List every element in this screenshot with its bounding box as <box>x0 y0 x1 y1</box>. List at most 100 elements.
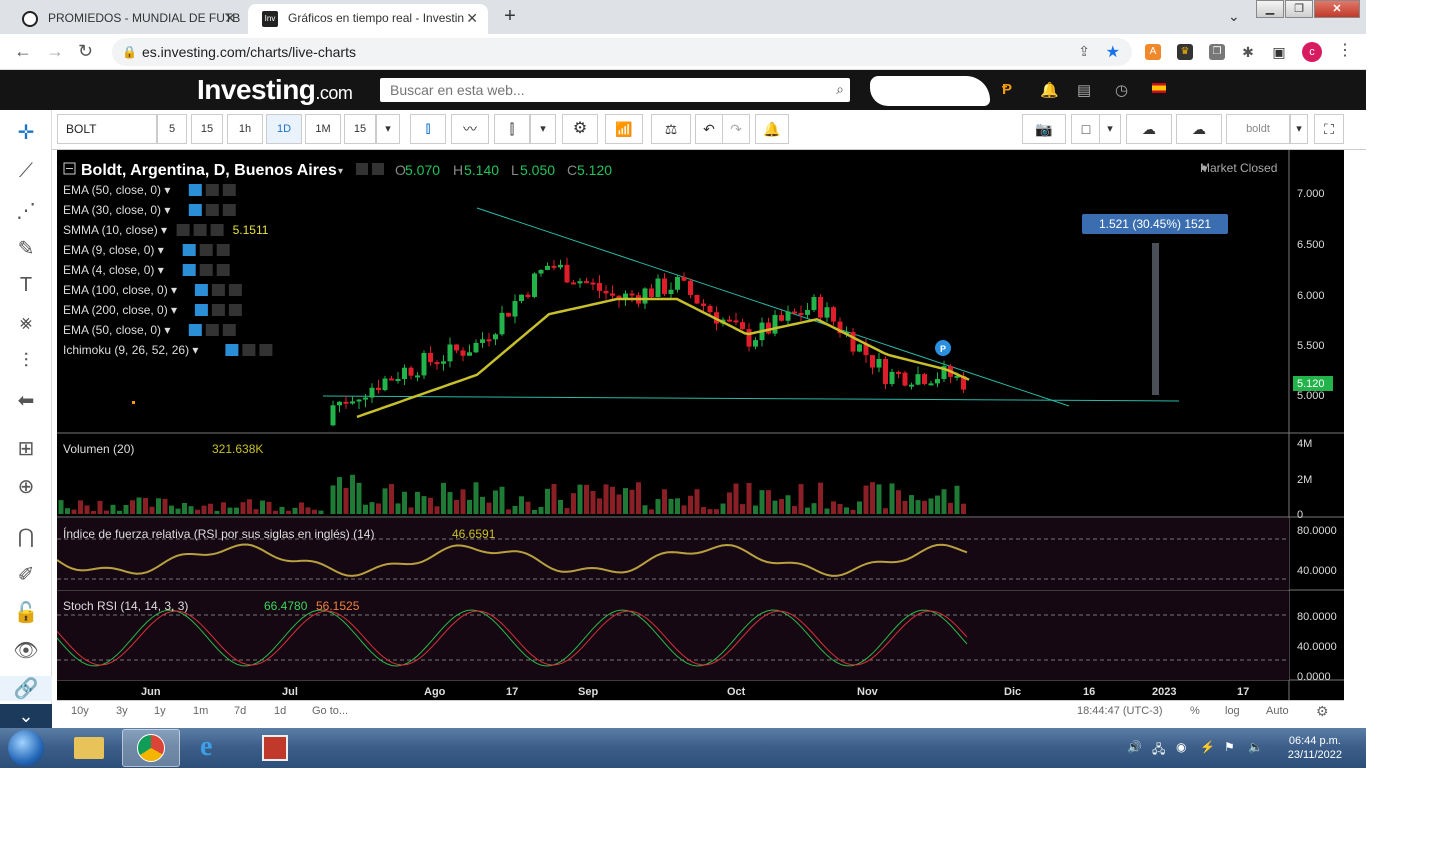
indicator-control-icon[interactable] <box>188 204 202 216</box>
zoom-icon[interactable]: ⊕ <box>0 474 52 499</box>
indicator-control-icon[interactable] <box>176 224 190 236</box>
site-logo[interactable]: Investing.com <box>197 74 353 106</box>
indicator-control-icon[interactable] <box>193 224 207 236</box>
start-button[interactable] <box>8 730 44 766</box>
reload-icon[interactable]: ↻ <box>78 42 93 60</box>
new-tab-button[interactable]: + <box>498 6 522 28</box>
forward-arrow-icon[interactable]: → <box>46 42 64 60</box>
indicator-control-icon[interactable] <box>222 204 236 216</box>
bars-icon[interactable]: ⫿ <box>494 114 530 144</box>
maximize-button[interactable]: ❐ <box>1285 0 1313 18</box>
explorer-icon[interactable] <box>60 729 118 767</box>
chart-area[interactable]: 1.521 (30.45%) 1521 P 7.000 6.500 6.000 … <box>56 150 1344 700</box>
indicator-label[interactable]: EMA (9, close, 0) ▾ <box>63 243 164 257</box>
bell-icon[interactable]: 🔔 <box>1040 81 1059 99</box>
indicator-control-icon[interactable] <box>188 324 202 336</box>
interval-1m[interactable]: 1M <box>305 114 341 144</box>
unlock-icon[interactable]: 🔓 <box>0 600 52 625</box>
speaker-icon[interactable]: 🔈 <box>1248 740 1263 754</box>
indicator-control-icon[interactable] <box>188 184 202 196</box>
pro-badge-icon[interactable]: Ᵽ <box>1002 81 1012 98</box>
search-icon[interactable]: ⌕ <box>836 81 844 98</box>
indicator-control-icon[interactable] <box>205 204 219 216</box>
chart-title[interactable]: Boldt, Argentina, D, Buenos Aires <box>81 162 337 179</box>
range-1m[interactable]: 1m <box>193 705 208 717</box>
text-icon[interactable]: T <box>0 274 52 297</box>
chart-type-dropdown-icon[interactable]: ▾ <box>530 114 556 144</box>
alert-icon[interactable]: 🔔 <box>755 114 789 144</box>
tab-investing[interactable]: Inv Gráficos en tiempo real - Investin ✕ <box>248 4 488 34</box>
indicator-label[interactable]: EMA (100, close, 0) ▾ <box>63 283 177 297</box>
indicator-control-icon[interactable] <box>228 284 242 296</box>
indicator-control-icon[interactable] <box>182 264 196 276</box>
spain-flag-icon[interactable] <box>1152 83 1166 93</box>
log-toggle[interactable]: log <box>1225 705 1240 717</box>
avast-icon[interactable]: ◉ <box>1176 740 1186 754</box>
indicator-label[interactable]: EMA (50, close, 0) ▾ <box>63 323 170 337</box>
cloud-download-icon[interactable]: ☁ <box>1126 114 1172 144</box>
omnibox[interactable]: 🔒 es.investing.com/charts/live-charts ⇪ … <box>112 38 1132 66</box>
link-icon[interactable]: 🔗 <box>0 676 52 701</box>
magnet-icon[interactable]: ⋂ <box>0 524 52 549</box>
gear-icon[interactable]: ⚙ <box>1316 703 1329 720</box>
extension-copy-icon[interactable]: ❐ <box>1209 44 1225 60</box>
indicators-icon[interactable]: 📶 <box>605 114 643 144</box>
compare-icon[interactable]: ⚖ <box>651 114 691 144</box>
back-arrow-icon[interactable]: ⬅ <box>0 388 52 413</box>
back-arrow-icon[interactable]: ← <box>14 42 32 60</box>
indicator-control-icon[interactable] <box>199 264 213 276</box>
range-7d[interactable]: 7d <box>234 705 246 717</box>
redo-icon[interactable]: ↷ <box>722 114 750 144</box>
indicator-label[interactable]: EMA (4, close, 0) ▾ <box>63 263 164 277</box>
cloud-upload-icon[interactable]: ☁ <box>1176 114 1222 144</box>
minimize-button[interactable]: ▁ <box>1256 0 1284 18</box>
indicator-control-icon[interactable] <box>242 344 256 356</box>
prediction-icon[interactable]: ⫶ <box>0 350 52 373</box>
candles-icon[interactable]: ⫾ <box>410 114 446 144</box>
user-layout-button[interactable]: boldt <box>1226 114 1290 144</box>
volume-label[interactable]: Volumen (20) <box>63 442 134 456</box>
camera-icon[interactable]: 📷 <box>1022 114 1066 144</box>
rsi-label[interactable]: Índice de fuerza relativa (RSI por sus s… <box>63 526 374 541</box>
indicator-label[interactable]: EMA (200, close, 0) ▾ <box>63 303 177 317</box>
fullscreen-icon[interactable]: ⛶ <box>1314 114 1344 144</box>
chevron-down-icon[interactable]: ⌄ <box>1228 8 1240 25</box>
interval-15[interactable]: 15 <box>191 114 223 144</box>
app-red-icon[interactable] <box>246 729 304 767</box>
close-icon[interactable]: ✕ <box>466 4 478 32</box>
pattern-icon[interactable]: ⨳ <box>0 312 52 335</box>
close-icon[interactable]: ✕ <box>224 4 236 32</box>
indicator-label[interactable]: Ichimoku (9, 26, 52, 26) ▾ <box>63 343 198 357</box>
pitchfork-icon[interactable]: ⋰ <box>0 198 52 223</box>
crosshair-icon[interactable]: ✛ <box>0 120 52 145</box>
trend-line-icon[interactable]: ⟋ <box>0 160 52 183</box>
brush-icon[interactable]: ✎ <box>0 236 52 261</box>
flag-icon[interactable]: ⚑ <box>1224 740 1235 754</box>
interval-custom[interactable]: 15 <box>344 114 376 144</box>
indicator-control-icon[interactable] <box>225 344 239 356</box>
indicator-control-icon[interactable] <box>222 184 236 196</box>
indicator-control-icon[interactable] <box>211 304 225 316</box>
profile-avatar[interactable]: c <box>1302 42 1322 62</box>
goto-button[interactable]: Go to... <box>312 705 348 717</box>
system-clock[interactable]: 06:44 p.m. 23/11/2022 <box>1288 734 1342 762</box>
puzzle-icon[interactable]: ✱ <box>1240 44 1256 60</box>
volume-speaker-icon[interactable]: 🔊 <box>1127 740 1142 754</box>
indicator-control-icon[interactable] <box>210 224 224 236</box>
usb-icon[interactable]: ⚡ <box>1200 740 1215 754</box>
indicator-control-icon[interactable] <box>182 244 196 256</box>
indicator-control-icon[interactable] <box>205 324 219 336</box>
chrome-icon[interactable] <box>122 729 180 767</box>
collapse-toolbar-icon[interactable]: ⌄ <box>0 704 52 730</box>
indicator-control-icon[interactable] <box>228 304 242 316</box>
stoch-label[interactable]: Stoch RSI (14, 14, 3, 3) <box>63 599 188 613</box>
symbol-input[interactable]: BOLT <box>57 114 157 144</box>
interval-1h[interactable]: 1h <box>227 114 263 144</box>
layout-square-icon[interactable]: □ <box>1071 114 1101 144</box>
search-input[interactable] <box>380 78 810 102</box>
extension-a-icon[interactable]: A <box>1145 44 1161 60</box>
bookmark-star-icon[interactable]: ★ <box>1106 42 1120 62</box>
indicator-control-icon[interactable] <box>194 284 208 296</box>
indicator-label[interactable]: EMA (50, close, 0) ▾ <box>63 183 170 197</box>
indicator-control-icon[interactable] <box>216 264 230 276</box>
